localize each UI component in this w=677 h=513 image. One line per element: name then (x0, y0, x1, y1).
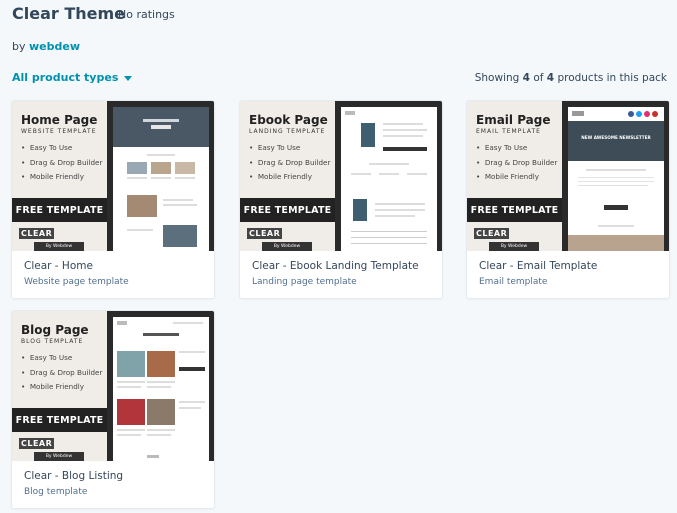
thumb-bullets: • Easy To Use • Drag & Drop Builder • Mo… (249, 143, 331, 181)
clear-logo: CLEAR (19, 228, 55, 239)
by-webdew-tag: By Webdew (262, 242, 312, 251)
card-subtitle: Email template (479, 277, 548, 287)
results-count: Showing 4 of 4 products in this pack (475, 72, 667, 84)
page-preview: NEW AWESOME NEWSLETTER (562, 101, 669, 251)
free-template-banner: FREE TEMPLATE (12, 198, 107, 222)
bullet-2: Drag & Drop Builder (29, 157, 103, 167)
thumb-heading: Ebook Page (249, 113, 328, 127)
thumb-bullets: • Easy To Use • Drag & Drop Builder • Mo… (476, 143, 558, 181)
thumb-left-panel: Email Page EMAIL TEMPLATE • Easy To Use … (467, 101, 562, 251)
showing-of: of (533, 72, 544, 84)
thumb-left-panel: Ebook Page LANDING TEMPLATE • Easy To Us… (240, 101, 335, 251)
by-webdew-tag: By Webdew (34, 452, 84, 461)
free-template-banner: FREE TEMPLATE (240, 198, 335, 222)
template-card-email[interactable]: Email Page EMAIL TEMPLATE • Easy To Use … (466, 100, 670, 299)
card-title: Clear - Email Template (479, 260, 598, 272)
card-title: Clear - Ebook Landing Template (252, 260, 419, 272)
template-thumbnail: Email Page EMAIL TEMPLATE • Easy To Use … (467, 101, 669, 251)
page-title: Clear Theme (12, 4, 126, 23)
bullet-2: Drag & Drop Builder (29, 367, 103, 377)
filter-label: All product types (12, 71, 119, 84)
ratings-label: No ratings (118, 8, 175, 21)
showing-suffix: products in this pack (557, 72, 667, 84)
thumb-bullets: • Easy To Use • Drag & Drop Builder • Mo… (21, 353, 103, 391)
thumb-heading: Blog Page (21, 323, 89, 337)
thumb-heading: Home Page (21, 113, 98, 127)
bullet-2: Drag & Drop Builder (484, 157, 558, 167)
template-thumbnail: Home Page WEBSITE TEMPLATE • Easy To Use… (12, 101, 214, 251)
bullet-1: Easy To Use (29, 143, 73, 152)
card-subtitle: Landing page template (252, 277, 357, 287)
thumb-bullets: • Easy To Use • Drag & Drop Builder • Mo… (21, 143, 103, 181)
clear-logo: CLEAR (247, 228, 283, 239)
email-banner: NEW AWESOME NEWSLETTER (581, 135, 651, 140)
thumb-left-panel: Home Page WEBSITE TEMPLATE • Easy To Use… (12, 101, 107, 251)
product-type-filter[interactable]: All product types (12, 71, 133, 84)
bullet-1: Easy To Use (257, 143, 301, 152)
card-subtitle: Blog template (24, 487, 88, 497)
thumb-subheading: BLOG TEMPLATE (21, 338, 84, 345)
card-subtitle: Website page template (24, 277, 129, 287)
bullet-3: Mobile Friendly (257, 172, 313, 181)
bullet-1: Easy To Use (29, 353, 73, 362)
bullet-2: Drag & Drop Builder (257, 157, 331, 167)
by-webdew-tag: By Webdew (489, 242, 539, 251)
showing-total: 4 (546, 72, 555, 84)
thumb-left-panel: Blog Page BLOG TEMPLATE • Easy To Use • … (12, 311, 107, 461)
free-template-banner: FREE TEMPLATE (12, 408, 107, 432)
free-template-banner: FREE TEMPLATE (467, 198, 562, 222)
card-title: Clear - Home (24, 260, 93, 272)
author-prefix: by (12, 40, 26, 53)
thumb-subheading: WEBSITE TEMPLATE (21, 128, 97, 135)
template-card-home[interactable]: Home Page WEBSITE TEMPLATE • Easy To Use… (11, 100, 215, 299)
showing-count: 4 (522, 72, 530, 84)
clear-logo: CLEAR (19, 438, 55, 449)
author-link[interactable]: webdew (29, 40, 80, 53)
page-preview (335, 101, 442, 251)
author-line: by webdew (12, 40, 80, 53)
template-card-ebook[interactable]: Ebook Page LANDING TEMPLATE • Easy To Us… (239, 100, 443, 299)
template-thumbnail: Ebook Page LANDING TEMPLATE • Easy To Us… (240, 101, 442, 251)
showing-prefix: Showing (474, 72, 520, 84)
bullet-3: Mobile Friendly (29, 172, 85, 181)
chevron-down-icon (124, 75, 133, 81)
page-preview (107, 311, 214, 461)
bullet-3: Mobile Friendly (484, 172, 540, 181)
thumb-subheading: EMAIL TEMPLATE (476, 128, 541, 135)
thumb-subheading: LANDING TEMPLATE (249, 128, 326, 135)
page-preview (107, 101, 214, 251)
clear-logo: CLEAR (474, 228, 510, 239)
card-title: Clear - Blog Listing (24, 470, 124, 482)
bullet-1: Easy To Use (484, 143, 528, 152)
template-thumbnail: Blog Page BLOG TEMPLATE • Easy To Use • … (12, 311, 214, 461)
template-card-blog[interactable]: Blog Page BLOG TEMPLATE • Easy To Use • … (11, 310, 215, 509)
bullet-3: Mobile Friendly (29, 382, 85, 391)
by-webdew-tag: By Webdew (34, 242, 84, 251)
thumb-heading: Email Page (476, 113, 551, 127)
